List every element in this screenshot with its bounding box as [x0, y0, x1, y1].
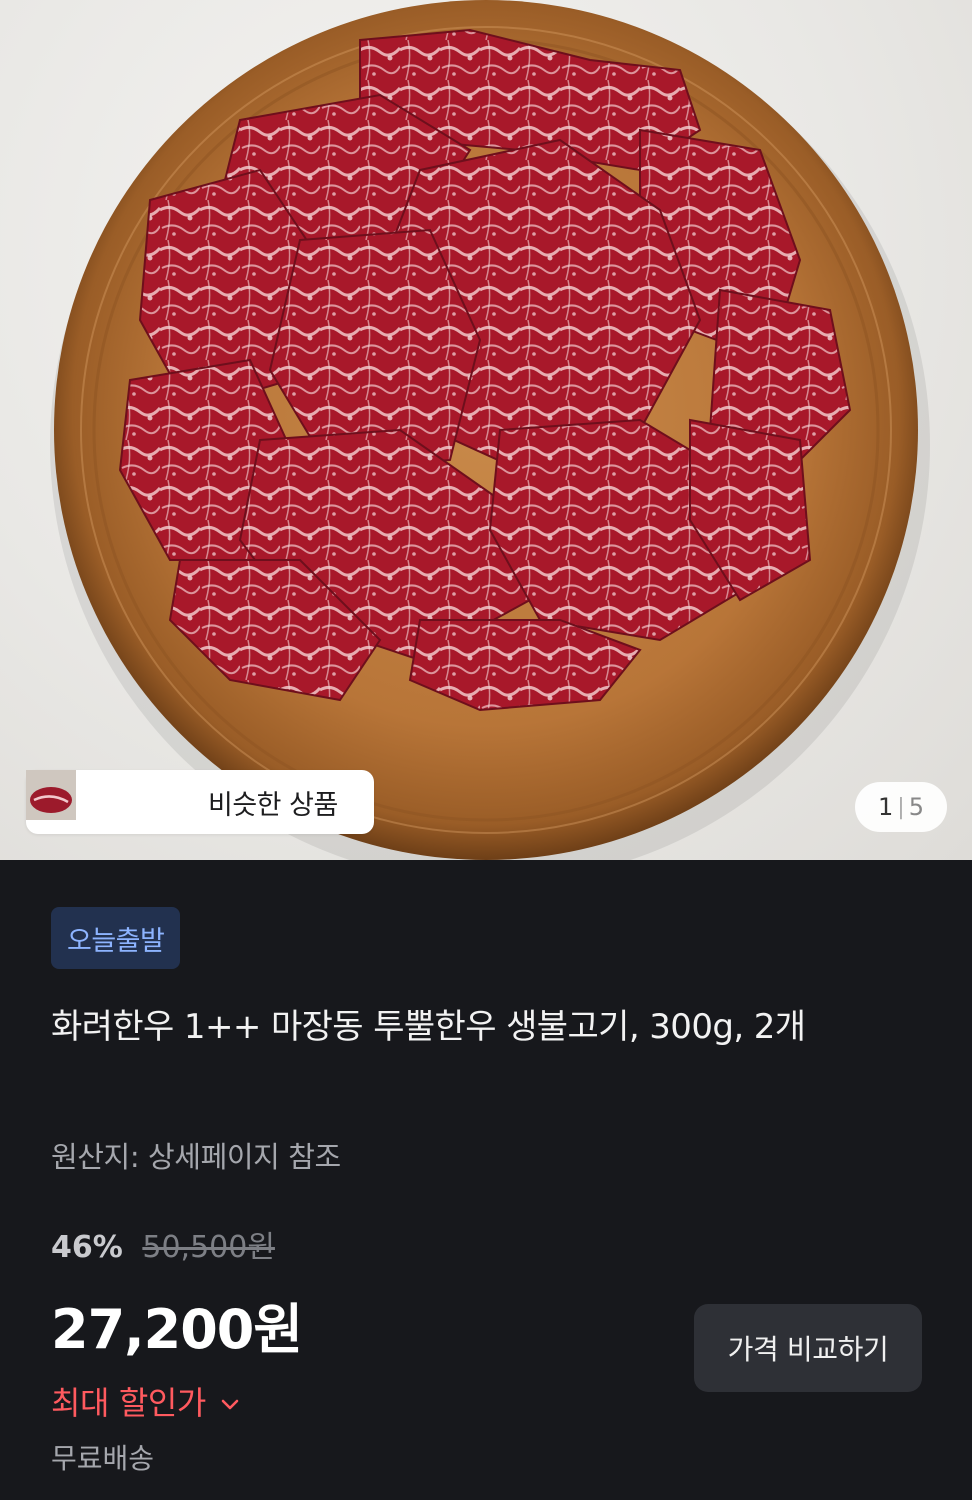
discount-row: 46% 50,500원 — [51, 1222, 275, 1266]
gallery-page-counter: 1 | 5 — [855, 782, 947, 832]
similar-products-label: 비슷한 상품 — [208, 789, 338, 821]
product-image[interactable]: 비슷한 상품 1 | 5 — [0, 0, 972, 860]
original-price: 50,500원 — [142, 1230, 275, 1265]
chevron-down-icon — [220, 1382, 240, 1420]
price-compare-button[interactable]: 가격 비교하기 — [694, 1304, 922, 1392]
discount-rate: 46% — [51, 1230, 123, 1265]
gallery-separator: | — [897, 794, 905, 820]
beef-plate-illustration — [50, 0, 930, 860]
similar-thumbnail-2 — [26, 770, 140, 827]
product-title: 화려한우 1++ 마장동 투뿔한우 생불고기, 300g, 2개 — [51, 1007, 806, 1047]
today-shipping-badge: 오늘출발 — [51, 907, 181, 969]
max-discount-label: 최대 할인가 — [51, 1384, 206, 1422]
similar-thumbnail-3 — [26, 770, 196, 827]
gallery-current-page: 1 — [878, 793, 894, 821]
product-origin: 원산지: 상세페이지 참조 — [51, 1140, 341, 1174]
shipping-info: 무료배송 — [51, 1442, 155, 1475]
gallery-total-pages: 5 — [908, 793, 924, 821]
max-discount-toggle[interactable]: 최대 할인가 — [51, 1378, 240, 1424]
sale-price: 27,200원 — [51, 1298, 303, 1361]
similar-products-chip[interactable]: 비슷한 상품 — [26, 770, 374, 834]
